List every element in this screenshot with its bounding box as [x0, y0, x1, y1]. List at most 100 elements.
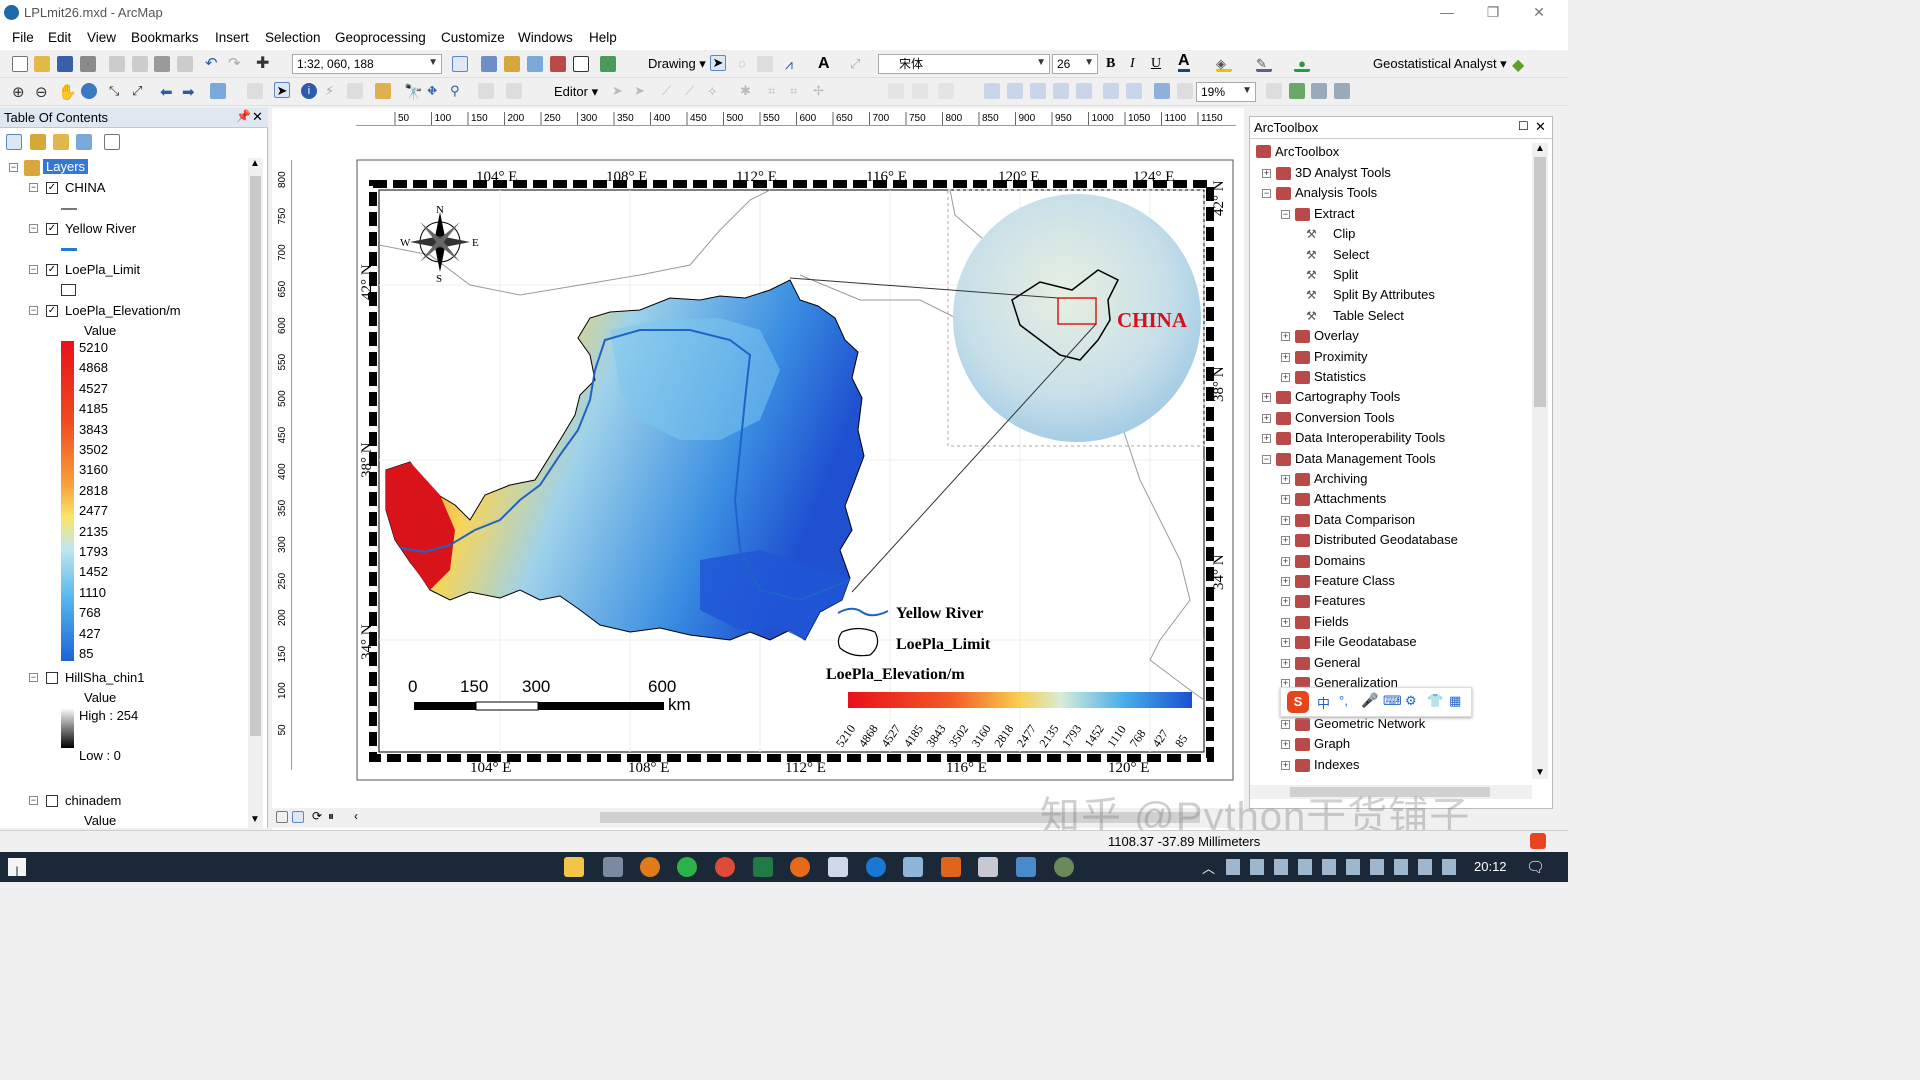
toolbox-item[interactable]: General — [1314, 655, 1360, 670]
tree-expand-toggle[interactable]: + — [1281, 332, 1290, 342]
notes-app-icon[interactable] — [903, 857, 923, 877]
tree-expand-toggle[interactable]: + — [1281, 577, 1290, 586]
search-app-icon[interactable] — [640, 857, 660, 877]
toolbox-item[interactable]: Fields — [1314, 614, 1349, 629]
tree-expand-toggle[interactable]: + — [1281, 760, 1290, 770]
tree-expand-toggle[interactable]: + — [1262, 413, 1271, 423]
toolbox-scrollbar[interactable]: ▲ ▼ — [1532, 143, 1548, 779]
ruler-v-label: 350 — [277, 499, 288, 516]
toolbox-item[interactable]: Attachments — [1314, 491, 1386, 506]
clock[interactable]: 20:12 — [1474, 859, 1507, 874]
tree-expand-toggle[interactable]: + — [1262, 434, 1271, 444]
tray-chevron-icon[interactable]: ︿ — [1202, 858, 1215, 877]
sogou-tray-icon[interactable] — [1530, 833, 1546, 849]
toolbox-item[interactable]: Split By Attributes — [1333, 287, 1435, 302]
scroll-left-icon[interactable]: ‹ — [354, 809, 358, 823]
ime-tool-icon[interactable]: ⚙ — [1405, 693, 1417, 709]
tree-expand-toggle[interactable]: − — [1262, 454, 1271, 464]
ruler-h-label: 600 — [800, 113, 817, 124]
skin-icon[interactable]: 👕 — [1427, 693, 1443, 709]
toolbox-item[interactable]: Features — [1314, 593, 1365, 608]
toolbox-item[interactable]: Split — [1333, 267, 1358, 282]
tree-expand-toggle[interactable]: + — [1281, 536, 1290, 546]
toolbox-item[interactable]: Conversion Tools — [1295, 410, 1394, 425]
toolbox-item[interactable]: Clip — [1333, 226, 1355, 241]
tree-expand-toggle[interactable]: + — [1281, 719, 1290, 729]
tree-expand-toggle[interactable]: + — [1281, 352, 1290, 362]
magnifier-app-icon[interactable] — [1016, 857, 1036, 877]
excel-icon[interactable] — [753, 857, 773, 877]
tree-expand-toggle[interactable]: + — [1281, 597, 1290, 607]
toolbox-item[interactable]: Data Comparison — [1314, 512, 1415, 527]
ime-menu-icon[interactable]: ▦ — [1449, 693, 1461, 709]
top-lon-label: 112° E — [736, 169, 777, 185]
refresh-icon[interactable]: ⟳ — [312, 809, 322, 823]
toolbox-item[interactable]: Analysis Tools — [1295, 185, 1377, 200]
toolbox-item[interactable]: Domains — [1314, 553, 1365, 568]
toolbox-item[interactable]: Graph — [1314, 736, 1350, 751]
tray-icons[interactable] — [1226, 859, 1456, 875]
toolbox-item[interactable]: 3D Analyst Tools — [1295, 165, 1391, 180]
ime-toolbar[interactable]: S 中 °, 🎤 ⌨ ⚙ 👕 ▦ — [1280, 687, 1472, 717]
close-icon[interactable]: ✕ — [1535, 119, 1546, 135]
toolbox-item[interactable]: Data Management Tools — [1295, 451, 1436, 466]
keyboard-icon[interactable]: ⌨ — [1383, 693, 1402, 709]
chrome-icon[interactable] — [715, 857, 735, 877]
firefox-icon[interactable] — [790, 857, 810, 877]
layout-view-button[interactable] — [292, 811, 304, 823]
toolbox-item[interactable]: Overlay — [1314, 328, 1359, 343]
scroll-down-icon[interactable]: ▼ — [1535, 767, 1545, 778]
ime-mode-icon[interactable]: 中 — [1317, 693, 1330, 712]
left-lat-label: 38° N — [359, 442, 375, 478]
toolbox-scroll-thumb[interactable] — [1534, 157, 1546, 407]
tree-expand-toggle[interactable]: + — [1281, 617, 1290, 627]
sogou-icon[interactable]: S — [1287, 691, 1309, 713]
edge-icon[interactable] — [866, 857, 886, 877]
toolbox-item[interactable]: Feature Class — [1314, 573, 1395, 588]
toolbox-item[interactable]: Indexes — [1314, 757, 1360, 772]
toolbox-item[interactable]: Table Select — [1333, 308, 1404, 323]
toolbox-item[interactable]: Distributed Geodatabase — [1314, 532, 1458, 547]
arcmap-taskbar-icon[interactable] — [603, 857, 623, 877]
start-button[interactable] — [8, 858, 26, 876]
toolbox-icon — [1295, 636, 1310, 650]
arctoolbox-root[interactable]: ArcToolbox — [1275, 144, 1339, 159]
photos-app-icon[interactable] — [828, 857, 848, 877]
toolbox-item[interactable]: Cartography Tools — [1295, 389, 1400, 404]
pause-drawing-icon[interactable]: ⏸ — [328, 809, 334, 824]
tree-expand-toggle[interactable]: + — [1281, 515, 1290, 525]
maximize-icon[interactable]: ☐ — [1518, 119, 1529, 133]
notifications-icon[interactable]: 🗨 — [1526, 858, 1545, 876]
toolbox-item[interactable]: Select — [1333, 247, 1369, 262]
data-view-button[interactable] — [276, 811, 288, 823]
tree-expand-toggle[interactable]: + — [1281, 475, 1290, 484]
matlab-icon[interactable] — [941, 857, 961, 877]
globe-app-icon[interactable] — [1054, 857, 1074, 877]
tree-expand-toggle[interactable]: + — [1281, 556, 1290, 566]
tree-expand-toggle[interactable]: + — [1262, 169, 1271, 178]
toolbox-item[interactable]: File Geodatabase — [1314, 634, 1417, 649]
tree-expand-toggle[interactable]: + — [1281, 373, 1290, 382]
microphone-icon[interactable]: 🎤 — [1361, 692, 1378, 709]
calculator-icon[interactable] — [978, 857, 998, 877]
toolbox-item[interactable]: Data Interoperability Tools — [1295, 430, 1445, 445]
tree-expand-toggle[interactable]: + — [1281, 495, 1290, 505]
windows-taskbar: ︿ 20:12 🗨 — [0, 852, 1568, 882]
tree-expand-toggle[interactable]: + — [1281, 638, 1290, 648]
toolbox-item[interactable]: Proximity — [1314, 349, 1367, 364]
toolbox-icon — [1295, 371, 1310, 384]
toolbox-icon — [1295, 350, 1310, 364]
tree-expand-toggle[interactable]: + — [1281, 658, 1290, 668]
tree-expand-toggle[interactable]: + — [1262, 393, 1271, 403]
toolbox-item[interactable]: Extract — [1314, 206, 1354, 221]
tree-expand-toggle[interactable]: + — [1281, 740, 1290, 750]
tree-expand-toggle[interactable]: − — [1281, 209, 1290, 219]
wechat-icon[interactable] — [677, 857, 697, 877]
tree-expand-toggle[interactable]: − — [1262, 189, 1271, 199]
toolbox-item[interactable]: Statistics — [1314, 369, 1366, 384]
file-explorer-icon[interactable] — [564, 857, 584, 877]
ime-punct-icon[interactable]: °, — [1339, 693, 1348, 708]
scroll-up-icon[interactable]: ▲ — [1535, 143, 1545, 154]
toolbox-item[interactable]: Archiving — [1314, 471, 1367, 486]
toolbox-item[interactable]: Geometric Network — [1314, 716, 1425, 731]
